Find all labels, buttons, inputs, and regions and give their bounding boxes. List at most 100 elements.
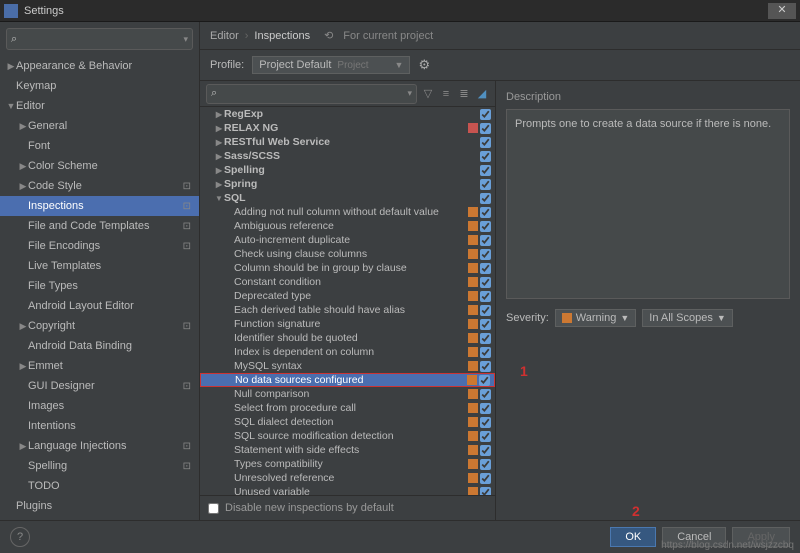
item-checkbox[interactable] — [480, 319, 491, 330]
inspection-item[interactable]: Identifier should be quoted — [200, 331, 495, 345]
item-checkbox[interactable] — [480, 333, 491, 344]
item-checkbox[interactable] — [480, 207, 491, 218]
item-checkbox[interactable] — [480, 487, 491, 496]
sidebar-item-keymap[interactable]: Keymap — [0, 76, 199, 96]
inspection-item[interactable]: Deprecated type — [200, 289, 495, 303]
sidebar-search[interactable]: ⌕ ▾ — [6, 28, 193, 50]
dropdown-icon[interactable]: ▾ — [183, 34, 188, 45]
group-checkbox[interactable] — [480, 193, 491, 204]
group-checkbox[interactable] — [480, 123, 491, 134]
item-checkbox[interactable] — [480, 473, 491, 484]
inspection-item[interactable]: Column should be in group by clause — [200, 261, 495, 275]
close-button[interactable]: ✕ — [768, 3, 796, 19]
inspection-group-sass-scss[interactable]: ▶Sass/SCSS — [200, 149, 495, 163]
collapse-icon[interactable]: ≣ — [457, 87, 471, 100]
expand-icon[interactable]: ≡ — [439, 88, 453, 100]
profile-select[interactable]: Project Default Project ▼ — [252, 56, 410, 74]
sidebar-item-editor[interactable]: ▼Editor — [0, 96, 199, 116]
sidebar-item-general[interactable]: ▶General — [0, 116, 199, 136]
item-checkbox[interactable] — [480, 235, 491, 246]
sidebar-item-android-layout-editor[interactable]: Android Layout Editor — [0, 296, 199, 316]
sidebar-item-live-templates[interactable]: Live Templates — [0, 256, 199, 276]
inspection-item[interactable]: Null comparison — [200, 387, 495, 401]
inspection-item[interactable]: Types compatibility — [200, 457, 495, 471]
sidebar-item-gui-designer[interactable]: GUI Designer⊡ — [0, 376, 199, 396]
sidebar-search-input[interactable] — [17, 33, 183, 45]
sidebar-item-copyright[interactable]: ▶Copyright⊡ — [0, 316, 199, 336]
item-checkbox[interactable] — [480, 305, 491, 316]
sidebar-item-spelling[interactable]: Spelling⊡ — [0, 456, 199, 476]
inspection-group-restful-web-service[interactable]: ▶RESTful Web Service — [200, 135, 495, 149]
item-checkbox[interactable] — [480, 249, 491, 260]
sidebar-item-file-encodings[interactable]: File Encodings⊡ — [0, 236, 199, 256]
item-checkbox[interactable] — [480, 347, 491, 358]
ok-button[interactable]: OK — [610, 527, 656, 547]
inspection-item[interactable]: Constant condition — [200, 275, 495, 289]
filter-icon[interactable]: ▽ — [421, 87, 435, 100]
help-button[interactable]: ? — [10, 527, 30, 547]
sidebar-item-todo[interactable]: TODO — [0, 476, 199, 496]
inspection-group-relax-ng[interactable]: ▶RELAX NG — [200, 121, 495, 135]
item-checkbox[interactable] — [480, 431, 491, 442]
inspection-item[interactable]: MySQL syntax — [200, 359, 495, 373]
item-checkbox[interactable] — [480, 277, 491, 288]
sidebar-item-android-data-binding[interactable]: Android Data Binding — [0, 336, 199, 356]
dropdown-icon[interactable]: ▾ — [407, 88, 412, 99]
sidebar-item-emmet[interactable]: ▶Emmet — [0, 356, 199, 376]
item-checkbox[interactable] — [480, 361, 491, 372]
sidebar-item-font[interactable]: Font — [0, 136, 199, 156]
reset-icon[interactable]: ⟲ — [324, 29, 333, 42]
inspection-group-sql[interactable]: ▼SQL — [200, 191, 495, 205]
disable-new-row[interactable]: Disable new inspections by default — [200, 495, 495, 520]
sidebar-item-inspections[interactable]: Inspections⊡ — [0, 196, 199, 216]
inspection-item[interactable]: No data sources configured — [200, 373, 495, 387]
sidebar-item-color-scheme[interactable]: ▶Color Scheme — [0, 156, 199, 176]
sidebar-item-appearance-behavior[interactable]: ▶Appearance & Behavior — [0, 56, 199, 76]
inspection-item[interactable]: Check using clause columns — [200, 247, 495, 261]
item-checkbox[interactable] — [480, 417, 491, 428]
item-checkbox[interactable] — [480, 221, 491, 232]
inspection-item[interactable]: Ambiguous reference — [200, 219, 495, 233]
group-checkbox[interactable] — [480, 179, 491, 190]
inspection-group-spring[interactable]: ▶Spring — [200, 177, 495, 191]
crumb-editor[interactable]: Editor — [210, 30, 239, 42]
sidebar-item-code-style[interactable]: ▶Code Style⊡ — [0, 176, 199, 196]
sidebar-item-language-injections[interactable]: ▶Language Injections⊡ — [0, 436, 199, 456]
severity-select[interactable]: Warning ▼ — [555, 309, 636, 327]
sidebar-item-file-and-code-templates[interactable]: File and Code Templates⊡ — [0, 216, 199, 236]
item-checkbox[interactable] — [480, 459, 491, 470]
inspection-item[interactable]: Select from procedure call — [200, 401, 495, 415]
reset-filter-icon[interactable]: ◢ — [475, 87, 489, 100]
sidebar-item-intentions[interactable]: Intentions — [0, 416, 199, 436]
apply-button[interactable]: Apply — [732, 527, 790, 547]
item-checkbox[interactable] — [480, 263, 491, 274]
inspection-search[interactable]: ⌕ ▾ — [206, 84, 417, 104]
scope-select[interactable]: In All Scopes ▼ — [642, 309, 733, 327]
inspection-item[interactable]: Adding not null column without default v… — [200, 205, 495, 219]
inspection-item[interactable]: Each derived table should have alias — [200, 303, 495, 317]
item-checkbox[interactable] — [480, 403, 491, 414]
item-checkbox[interactable] — [480, 291, 491, 302]
sidebar-item-file-types[interactable]: File Types — [0, 276, 199, 296]
inspection-search-input[interactable] — [217, 88, 407, 100]
inspection-item[interactable]: Unresolved reference — [200, 471, 495, 485]
item-checkbox[interactable] — [480, 445, 491, 456]
inspection-group-regexp[interactable]: ▶RegExp — [200, 107, 495, 121]
group-checkbox[interactable] — [480, 165, 491, 176]
inspection-item[interactable]: Function signature — [200, 317, 495, 331]
group-checkbox[interactable] — [480, 109, 491, 120]
inspection-item[interactable]: SQL dialect detection — [200, 415, 495, 429]
inspection-item[interactable]: Unused variable — [200, 485, 495, 495]
inspection-item[interactable]: Statement with side effects — [200, 443, 495, 457]
group-checkbox[interactable] — [480, 137, 491, 148]
inspection-item[interactable]: SQL source modification detection — [200, 429, 495, 443]
inspection-group-spelling[interactable]: ▶Spelling — [200, 163, 495, 177]
sidebar-item-images[interactable]: Images — [0, 396, 199, 416]
item-checkbox[interactable] — [479, 375, 490, 386]
inspection-item[interactable]: Auto-increment duplicate — [200, 233, 495, 247]
inspection-item[interactable]: Index is dependent on column — [200, 345, 495, 359]
sidebar-item-plugins[interactable]: Plugins — [0, 496, 199, 516]
sidebar-item-version-control[interactable]: ▶Version Control — [0, 516, 199, 520]
group-checkbox[interactable] — [480, 151, 491, 162]
cancel-button[interactable]: Cancel — [662, 527, 726, 547]
